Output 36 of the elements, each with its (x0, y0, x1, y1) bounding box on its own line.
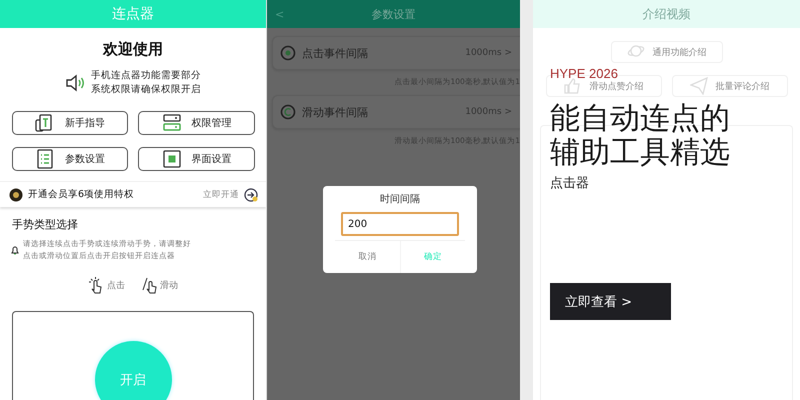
gesture-option[interactable]: 滑动 (141, 276, 178, 294)
promo-headline: 能自动连点的 辅助工具精选 (550, 102, 730, 170)
speaker-icon (65, 73, 85, 93)
app-title: 连点器 (0, 0, 266, 28)
open-membership-link[interactable]: 立即开通 (203, 188, 239, 200)
intro-button[interactable]: 通用功能介绍 (610, 41, 722, 63)
arrow-circle-icon (244, 188, 258, 202)
vip-offer-text: 开通会员享6项使用特权 (28, 188, 136, 201)
screen-title: 参数设置 (370, 6, 416, 22)
notice-line: 系统权限请确保权限开启 (91, 83, 201, 97)
feature-button[interactable]: 权限管理 (138, 111, 255, 135)
feature-button[interactable]: 界面设置 (138, 147, 255, 171)
swipe-icon (141, 276, 157, 294)
window-icon (162, 149, 182, 169)
screen-title: 介绍视频 (533, 0, 800, 28)
radio-icon (280, 45, 296, 61)
bell-icon (10, 245, 20, 255)
interval-input[interactable]: 200 (341, 212, 459, 236)
send-icon (690, 77, 708, 95)
intro-button[interactable]: 批量评论介绍 (672, 75, 788, 97)
gesture-option[interactable]: 点击 (88, 276, 125, 294)
cancel-button[interactable]: 取消 (335, 241, 400, 273)
notice-line: 手机连点器功能需要部分 (91, 69, 201, 83)
promo-subtitle: 点击器 (550, 175, 589, 192)
c-circle-icon (280, 104, 296, 120)
feature-button[interactable]: 参数设置 (12, 147, 128, 171)
section-heading: 手势类型选择 (12, 217, 79, 232)
view-now-button[interactable]: 立即查看 > (550, 283, 671, 320)
toggle-icon (162, 113, 182, 133)
vip-badge-icon (9, 188, 23, 202)
tap-icon (88, 276, 104, 294)
dialog-title: 时间间隔 (380, 192, 420, 206)
list-icon (35, 149, 55, 169)
thumbs-up-icon (564, 77, 582, 95)
welcome-heading: 欢迎使用 (102, 40, 164, 59)
feature-button[interactable]: 新手指导 (12, 111, 128, 135)
